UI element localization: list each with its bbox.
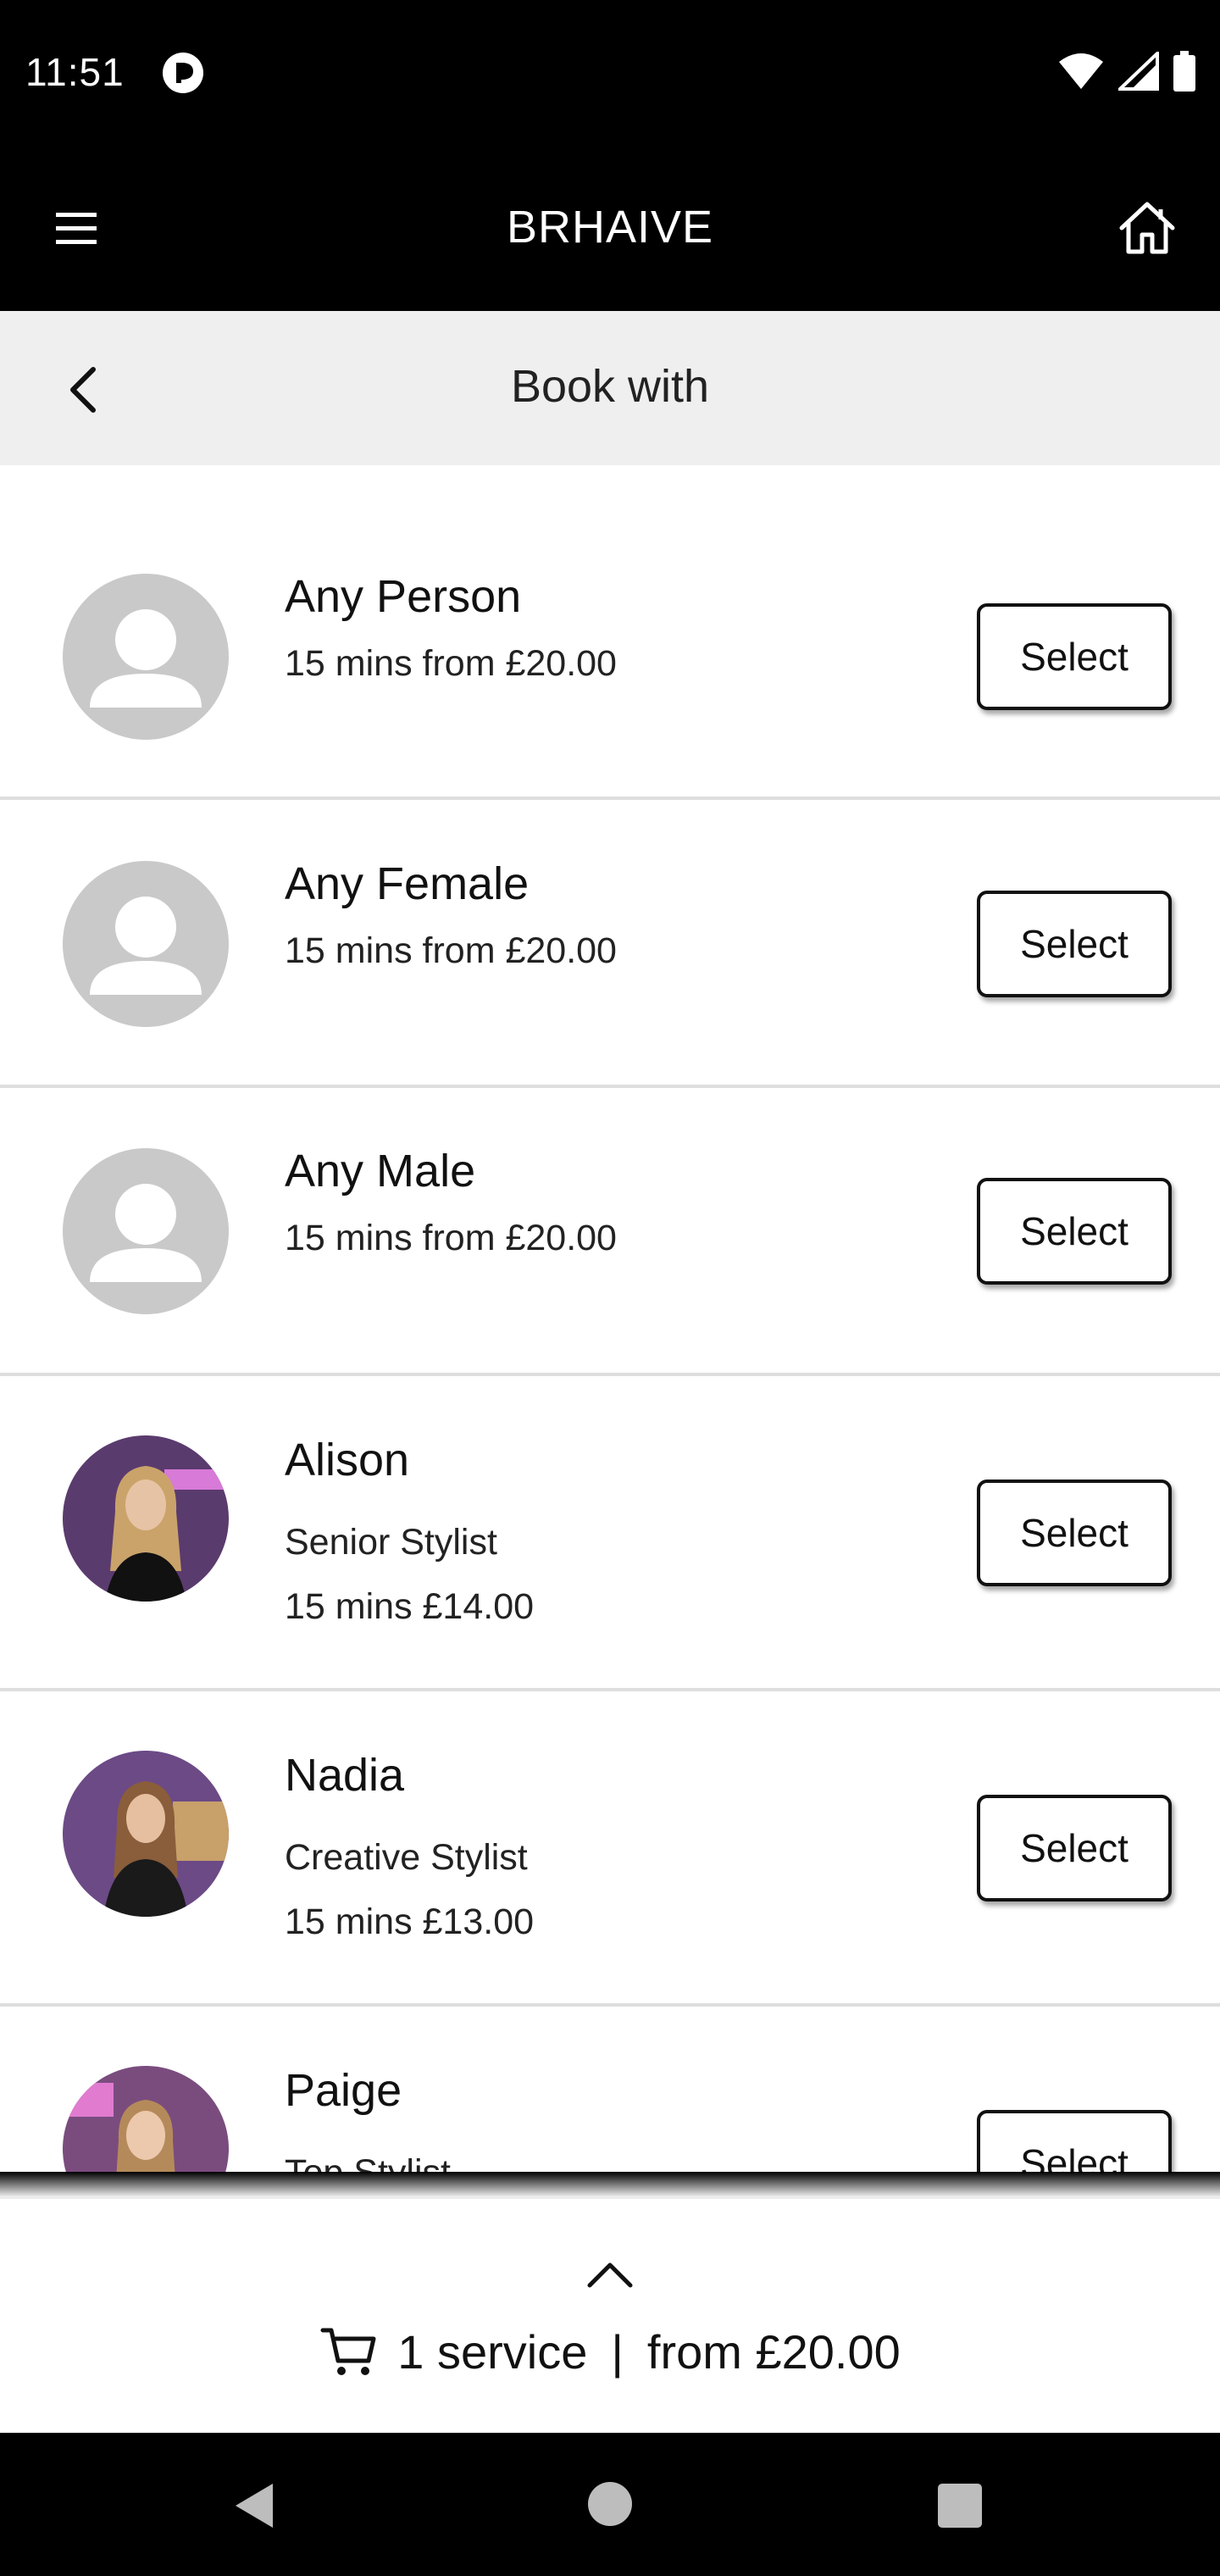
list-item[interactable]: Alison Senior Stylist 15 mins £14.00 Sel…	[0, 1376, 1220, 1691]
select-button[interactable]: Select	[977, 1480, 1172, 1586]
nav-back-icon[interactable]	[229, 2479, 280, 2533]
staff-name: Alison	[285, 1435, 410, 1485]
system-nav-bar	[0, 2433, 1220, 2576]
battery-icon	[1173, 51, 1195, 92]
person-icon	[90, 1184, 202, 1282]
list-item[interactable]: Paige Top Stylist Select	[0, 2007, 1220, 2172]
avatar-placeholder	[63, 1148, 229, 1314]
staff-list[interactable]: Any Person 15 mins from £20.00 Select An…	[0, 465, 1220, 2172]
list-item[interactable]: Nadia Creative Stylist 15 mins £13.00 Se…	[0, 1691, 1220, 2007]
staff-title: Creative Stylist	[285, 1837, 528, 1878]
person-icon	[90, 609, 202, 708]
nav-home-icon[interactable]	[588, 2482, 632, 2526]
wifi-icon	[1059, 53, 1103, 89]
avatar-placeholder	[63, 574, 229, 740]
staff-name: Any Male	[285, 1146, 476, 1196]
person-icon	[90, 897, 202, 995]
app-bar: BRHAIVE	[0, 148, 1220, 311]
select-button[interactable]: Select	[977, 2110, 1172, 2172]
chevron-up-icon[interactable]	[585, 2258, 635, 2292]
list-item[interactable]: Any Person 15 mins from £20.00 Select	[0, 465, 1220, 800]
staff-price: 15 mins £13.00	[285, 1901, 535, 1942]
select-button[interactable]: Select	[977, 1795, 1172, 1901]
avatar-photo	[63, 2066, 229, 2172]
select-button[interactable]: Select	[977, 1178, 1172, 1285]
cart-separator: |	[611, 2325, 624, 2379]
staff-title: Top Stylist	[285, 2152, 451, 2172]
avatar-placeholder	[63, 861, 229, 1027]
list-fade	[0, 2172, 1220, 2197]
staff-price: 15 mins from £20.00	[285, 930, 617, 971]
app-title: BRHAIVE	[506, 202, 714, 253]
stylist-photo	[63, 1751, 229, 1917]
avatar-photo	[63, 1751, 229, 1917]
cart-summary[interactable]: 1 service | from £20.00	[0, 2324, 1220, 2379]
select-button[interactable]: Select	[977, 891, 1172, 997]
status-time: 11:51	[25, 50, 125, 94]
status-bar: 11:51	[0, 0, 1220, 148]
cart-price: from £20.00	[646, 2325, 901, 2379]
avatar-photo	[63, 1435, 229, 1602]
app-notification-icon	[163, 53, 203, 93]
stylist-photo	[63, 2066, 229, 2172]
select-button[interactable]: Select	[977, 603, 1172, 710]
staff-name: Nadia	[285, 1750, 405, 1801]
home-icon[interactable]	[1117, 197, 1178, 258]
staff-price: 15 mins £14.00	[285, 1586, 535, 1627]
staff-price: 15 mins from £20.00	[285, 643, 617, 684]
nav-recents-icon[interactable]	[938, 2484, 982, 2528]
staff-name: Any Female	[285, 858, 530, 909]
cart-icon	[320, 2328, 376, 2375]
list-item[interactable]: Any Female 15 mins from £20.00 Select	[0, 800, 1220, 1088]
cell-signal-icon	[1118, 52, 1159, 91]
subheader: Book with	[0, 311, 1220, 465]
staff-title: Senior Stylist	[285, 1522, 497, 1563]
list-item[interactable]: Any Male 15 mins from £20.00 Select	[0, 1088, 1220, 1376]
page-title: Book with	[510, 361, 710, 412]
staff-name: Paige	[285, 2065, 402, 2116]
staff-price: 15 mins from £20.00	[285, 1218, 617, 1258]
cart-panel[interactable]: 1 service | from £20.00	[0, 2197, 1220, 2433]
cart-count: 1 service	[397, 2325, 588, 2379]
staff-name: Any Person	[285, 571, 522, 622]
stylist-photo	[63, 1435, 229, 1602]
status-icons	[1057, 51, 1196, 92]
